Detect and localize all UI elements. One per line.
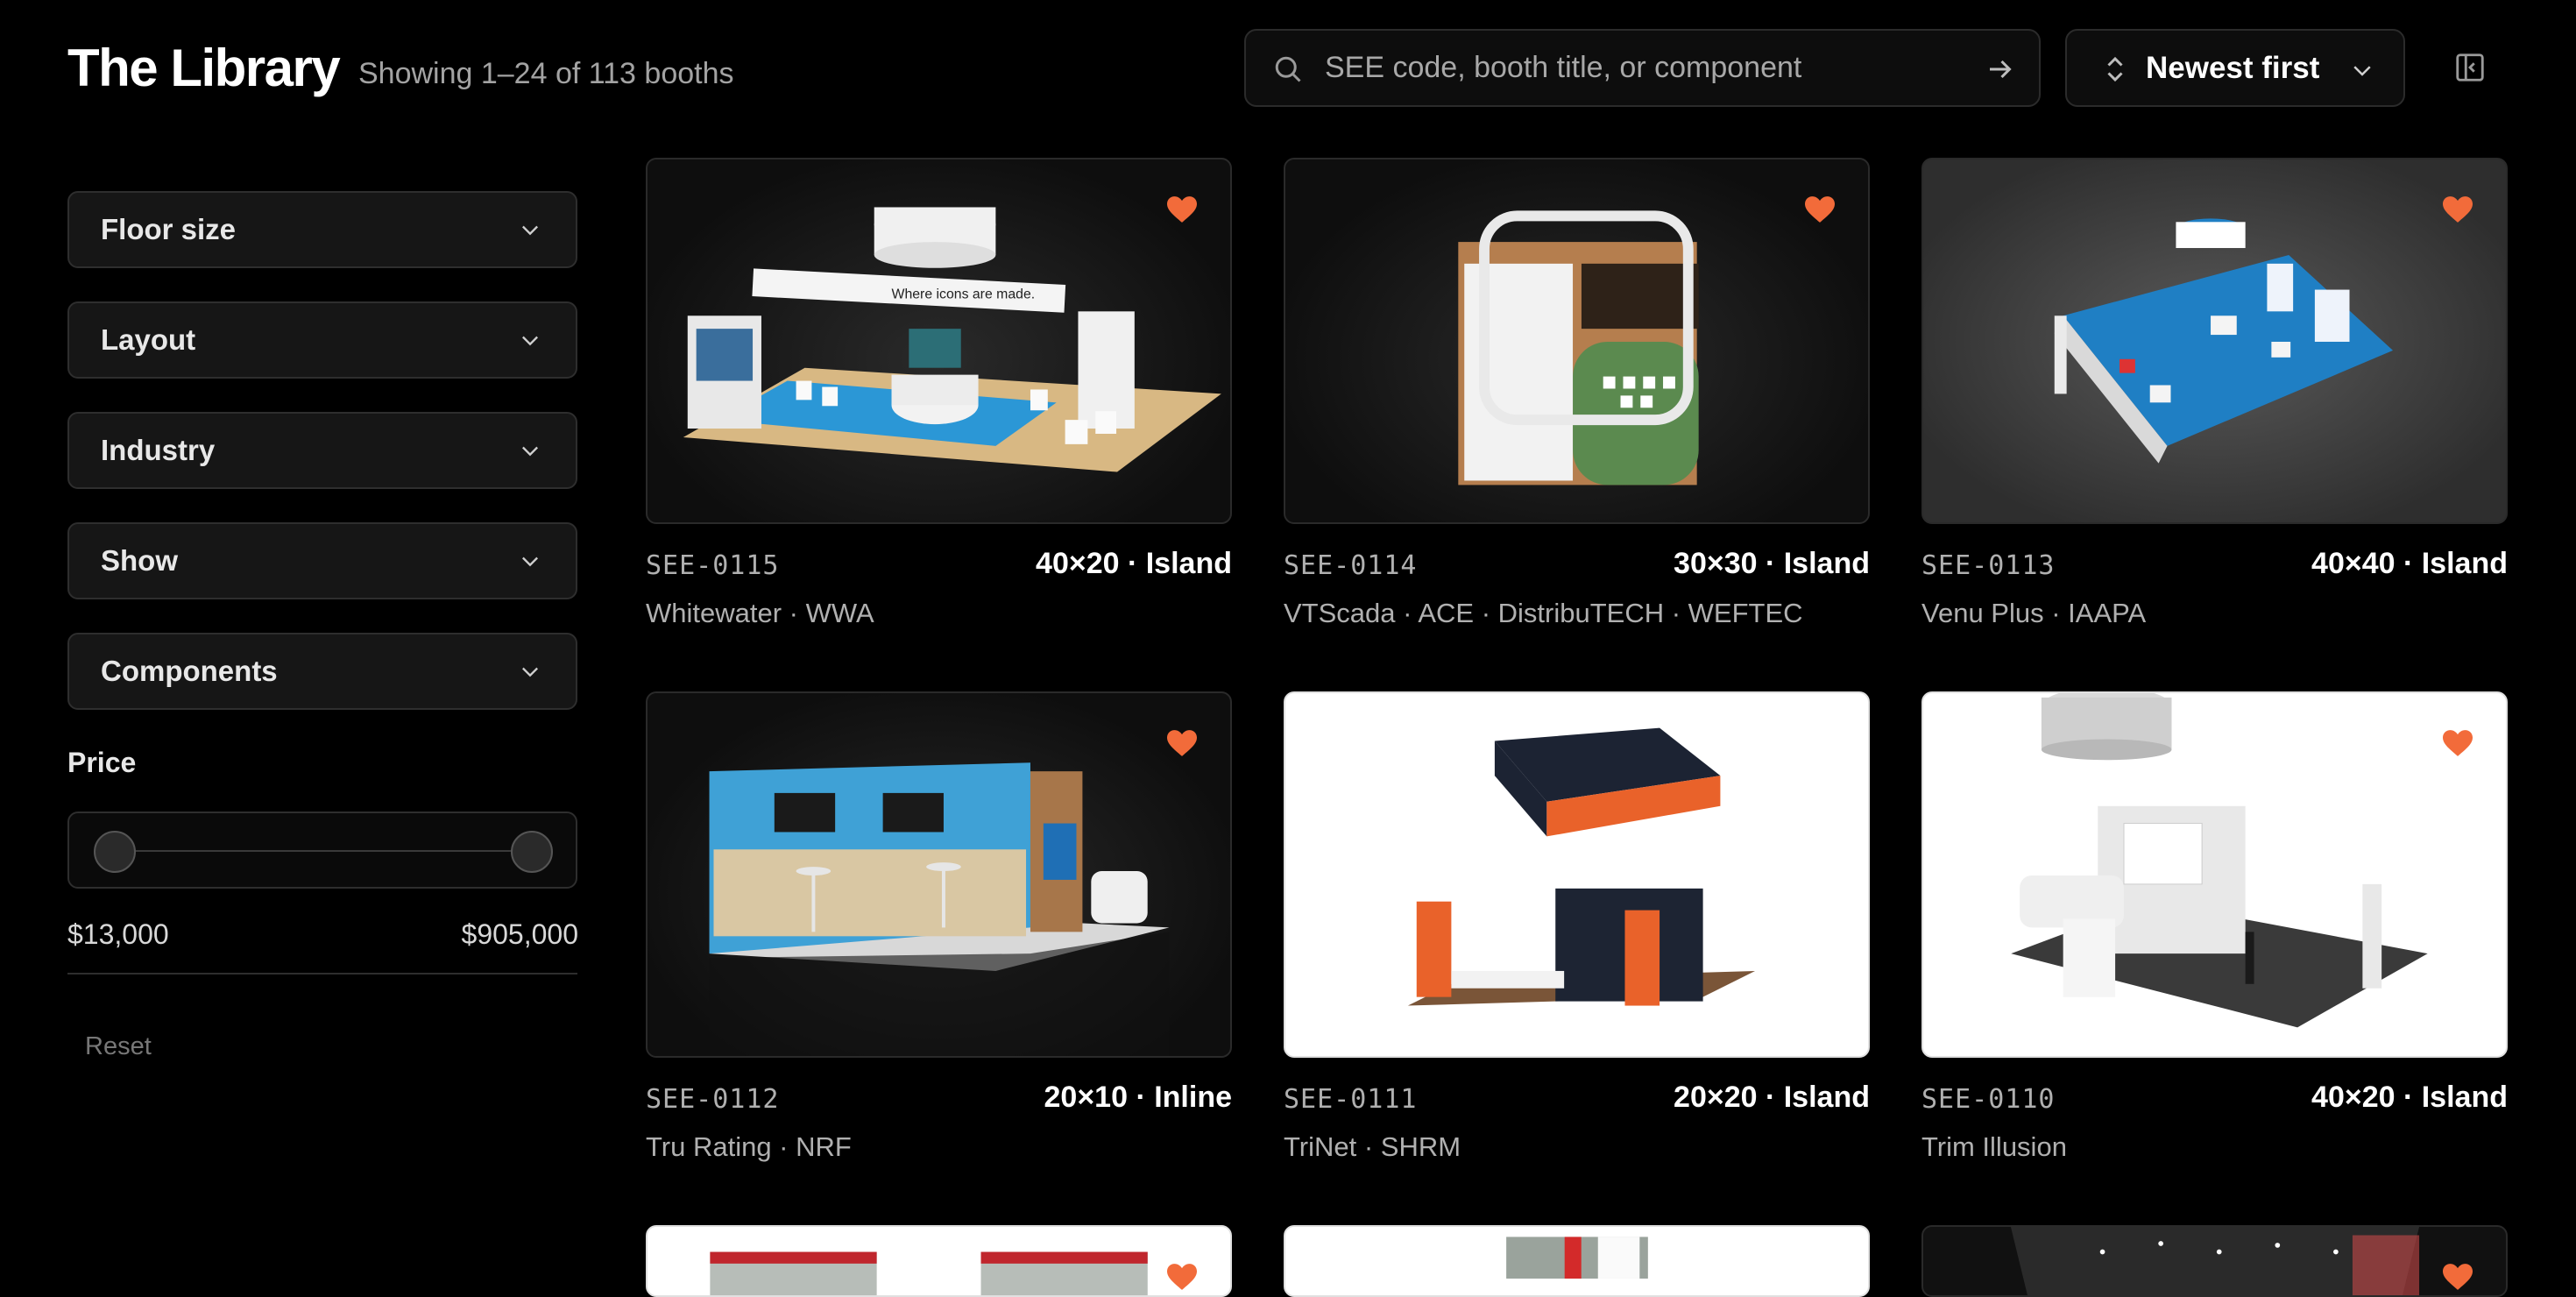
booth-meta: VTScada · ACE · DistribuTECH · WEFTEC: [1284, 598, 1803, 628]
slider-track: [115, 850, 530, 852]
filter-label: Industry: [101, 434, 216, 466]
booth-spec: 30×30 · Island: [1674, 547, 1870, 580]
booth-code: SEE-0110: [1921, 1084, 2056, 1115]
filter-floor-size[interactable]: Floor size: [67, 191, 577, 268]
heart-icon[interactable]: [2443, 196, 2473, 223]
booth-image[interactable]: [1284, 1225, 1870, 1297]
booth-image[interactable]: [646, 691, 1232, 1058]
price-range-slider[interactable]: [67, 812, 577, 889]
page-title: The Library: [67, 39, 341, 97]
filter-label: Layout: [101, 323, 196, 356]
booth-spec: 20×20 · Island: [1674, 1081, 1870, 1114]
booth-code: SEE-0113: [1921, 550, 2056, 581]
booth-image[interactable]: [1921, 691, 2508, 1058]
search-icon: [1275, 56, 1301, 82]
booth-code: SEE-0114: [1284, 550, 1418, 581]
booth-spec: 20×10 · Inline: [1044, 1081, 1233, 1114]
heart-icon[interactable]: [2443, 1264, 2473, 1290]
heart-icon[interactable]: [1167, 196, 1197, 223]
chevron-down-icon: [2353, 66, 2371, 76]
booth-image[interactable]: [646, 1225, 1232, 1297]
price-min-value: $13,000: [67, 918, 169, 950]
chevron-down-icon: [522, 336, 538, 346]
booth-meta: Venu Plus · IAAPA: [1921, 598, 2147, 628]
heart-icon[interactable]: [1167, 730, 1197, 756]
filter-industry[interactable]: Industry: [67, 412, 577, 489]
booth-spec: 40×40 · Island: [2311, 547, 2508, 580]
booth-image[interactable]: [1921, 1225, 2508, 1297]
booth-meta: Trim Illusion: [1921, 1131, 2067, 1162]
heart-icon[interactable]: [1805, 196, 1835, 223]
booth-banner-text: Where icons are made.: [892, 287, 1036, 301]
heart-icon[interactable]: [2443, 730, 2473, 756]
booth-spec: 40×20 · Island: [1036, 547, 1232, 580]
search-box[interactable]: [1244, 29, 2041, 107]
booth-code: SEE-0112: [646, 1084, 780, 1115]
divider: [67, 973, 577, 975]
sidebar-toggle-icon[interactable]: [2453, 51, 2487, 84]
heart-icon[interactable]: [1167, 1264, 1197, 1290]
reset-button[interactable]: Reset: [85, 1032, 152, 1061]
booth-meta: Whitewater · WWA: [646, 598, 874, 628]
arrow-right-icon[interactable]: [1985, 53, 2016, 85]
filter-show[interactable]: Show: [67, 522, 577, 599]
results-count: Showing 1–24 of 113 booths: [358, 57, 734, 90]
sort-dropdown[interactable]: Newest first: [2065, 29, 2405, 107]
booth-image[interactable]: [1284, 158, 1870, 524]
slider-max-handle[interactable]: [511, 831, 553, 873]
filter-label: Floor size: [101, 213, 237, 245]
chevron-down-icon: [522, 446, 538, 457]
filter-layout[interactable]: Layout: [67, 301, 577, 379]
booth-image[interactable]: Where icons are made.: [646, 158, 1232, 524]
sort-label: Newest first: [2146, 51, 2320, 85]
chevron-down-icon: [522, 225, 538, 236]
filter-label: Components: [101, 655, 278, 687]
sort-updown-icon: [2107, 56, 2123, 82]
filter-components[interactable]: Components: [67, 633, 577, 710]
price-label: Price: [67, 747, 137, 778]
booth-spec: 40×20 · Island: [2311, 1081, 2508, 1114]
booth-image[interactable]: [1284, 691, 1870, 1058]
booth-meta: TriNet · SHRM: [1284, 1131, 1461, 1162]
search-input[interactable]: [1325, 31, 1938, 105]
booth-code: SEE-0115: [646, 550, 780, 581]
price-max-value: $905,000: [461, 918, 578, 950]
chevron-down-icon: [522, 556, 538, 567]
booth-code: SEE-0111: [1284, 1084, 1418, 1115]
booth-image[interactable]: [1921, 158, 2508, 524]
booth-meta: Tru Rating · NRF: [646, 1131, 852, 1162]
chevron-down-icon: [522, 667, 538, 677]
filter-label: Show: [101, 544, 178, 577]
slider-min-handle[interactable]: [94, 831, 136, 873]
